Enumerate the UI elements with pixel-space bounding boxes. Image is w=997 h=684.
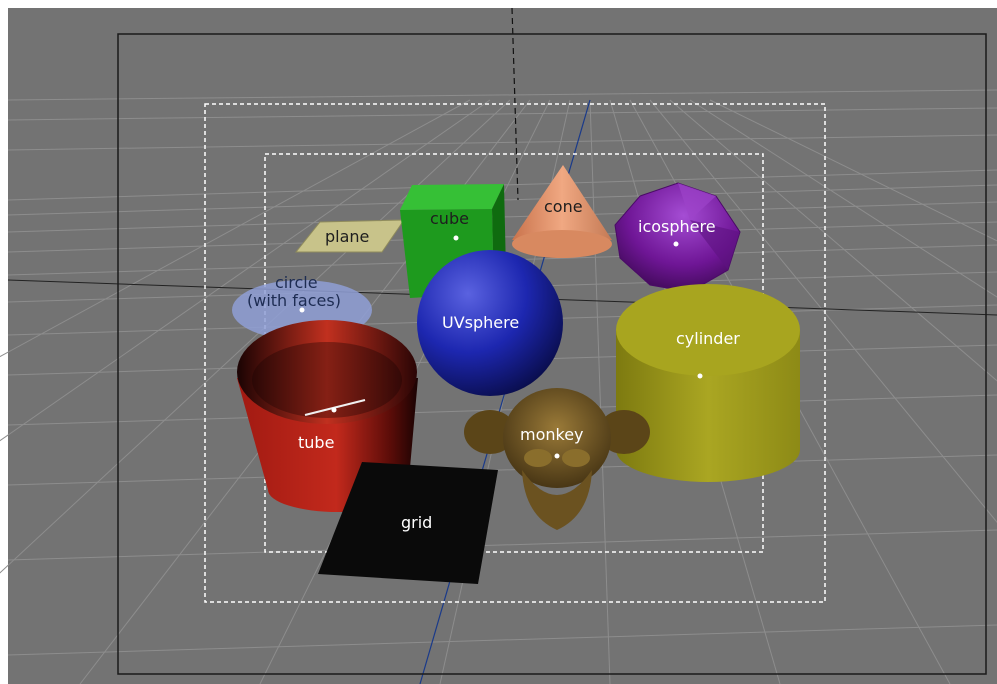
uvsphere-object[interactable]: UVsphere bbox=[417, 250, 563, 396]
cylinder-label: cylinder bbox=[676, 329, 740, 348]
plane-label: plane bbox=[325, 227, 369, 246]
cube-label: cube bbox=[430, 209, 469, 228]
monkey-origin bbox=[554, 453, 560, 459]
icosphere-label: icosphere bbox=[638, 217, 716, 236]
cylinder-origin bbox=[697, 373, 703, 379]
uvsphere-label: UVsphere bbox=[442, 313, 519, 332]
tube-label: tube bbox=[298, 433, 334, 452]
cube-origin bbox=[453, 235, 459, 241]
tube-origin bbox=[331, 407, 337, 413]
viewport-canvas[interactable]: plane cube cone icosphere circle (with f… bbox=[0, 0, 997, 684]
circle-origin bbox=[299, 307, 305, 313]
cylinder-object[interactable]: cylinder bbox=[616, 284, 800, 482]
circle-label-line2: (with faces) bbox=[247, 291, 341, 310]
grid-label: grid bbox=[401, 513, 432, 532]
icosphere-origin bbox=[673, 241, 679, 247]
cone-label: cone bbox=[544, 197, 583, 216]
circle-label-line1: circle bbox=[275, 273, 318, 292]
monkey-label: monkey bbox=[520, 425, 584, 444]
